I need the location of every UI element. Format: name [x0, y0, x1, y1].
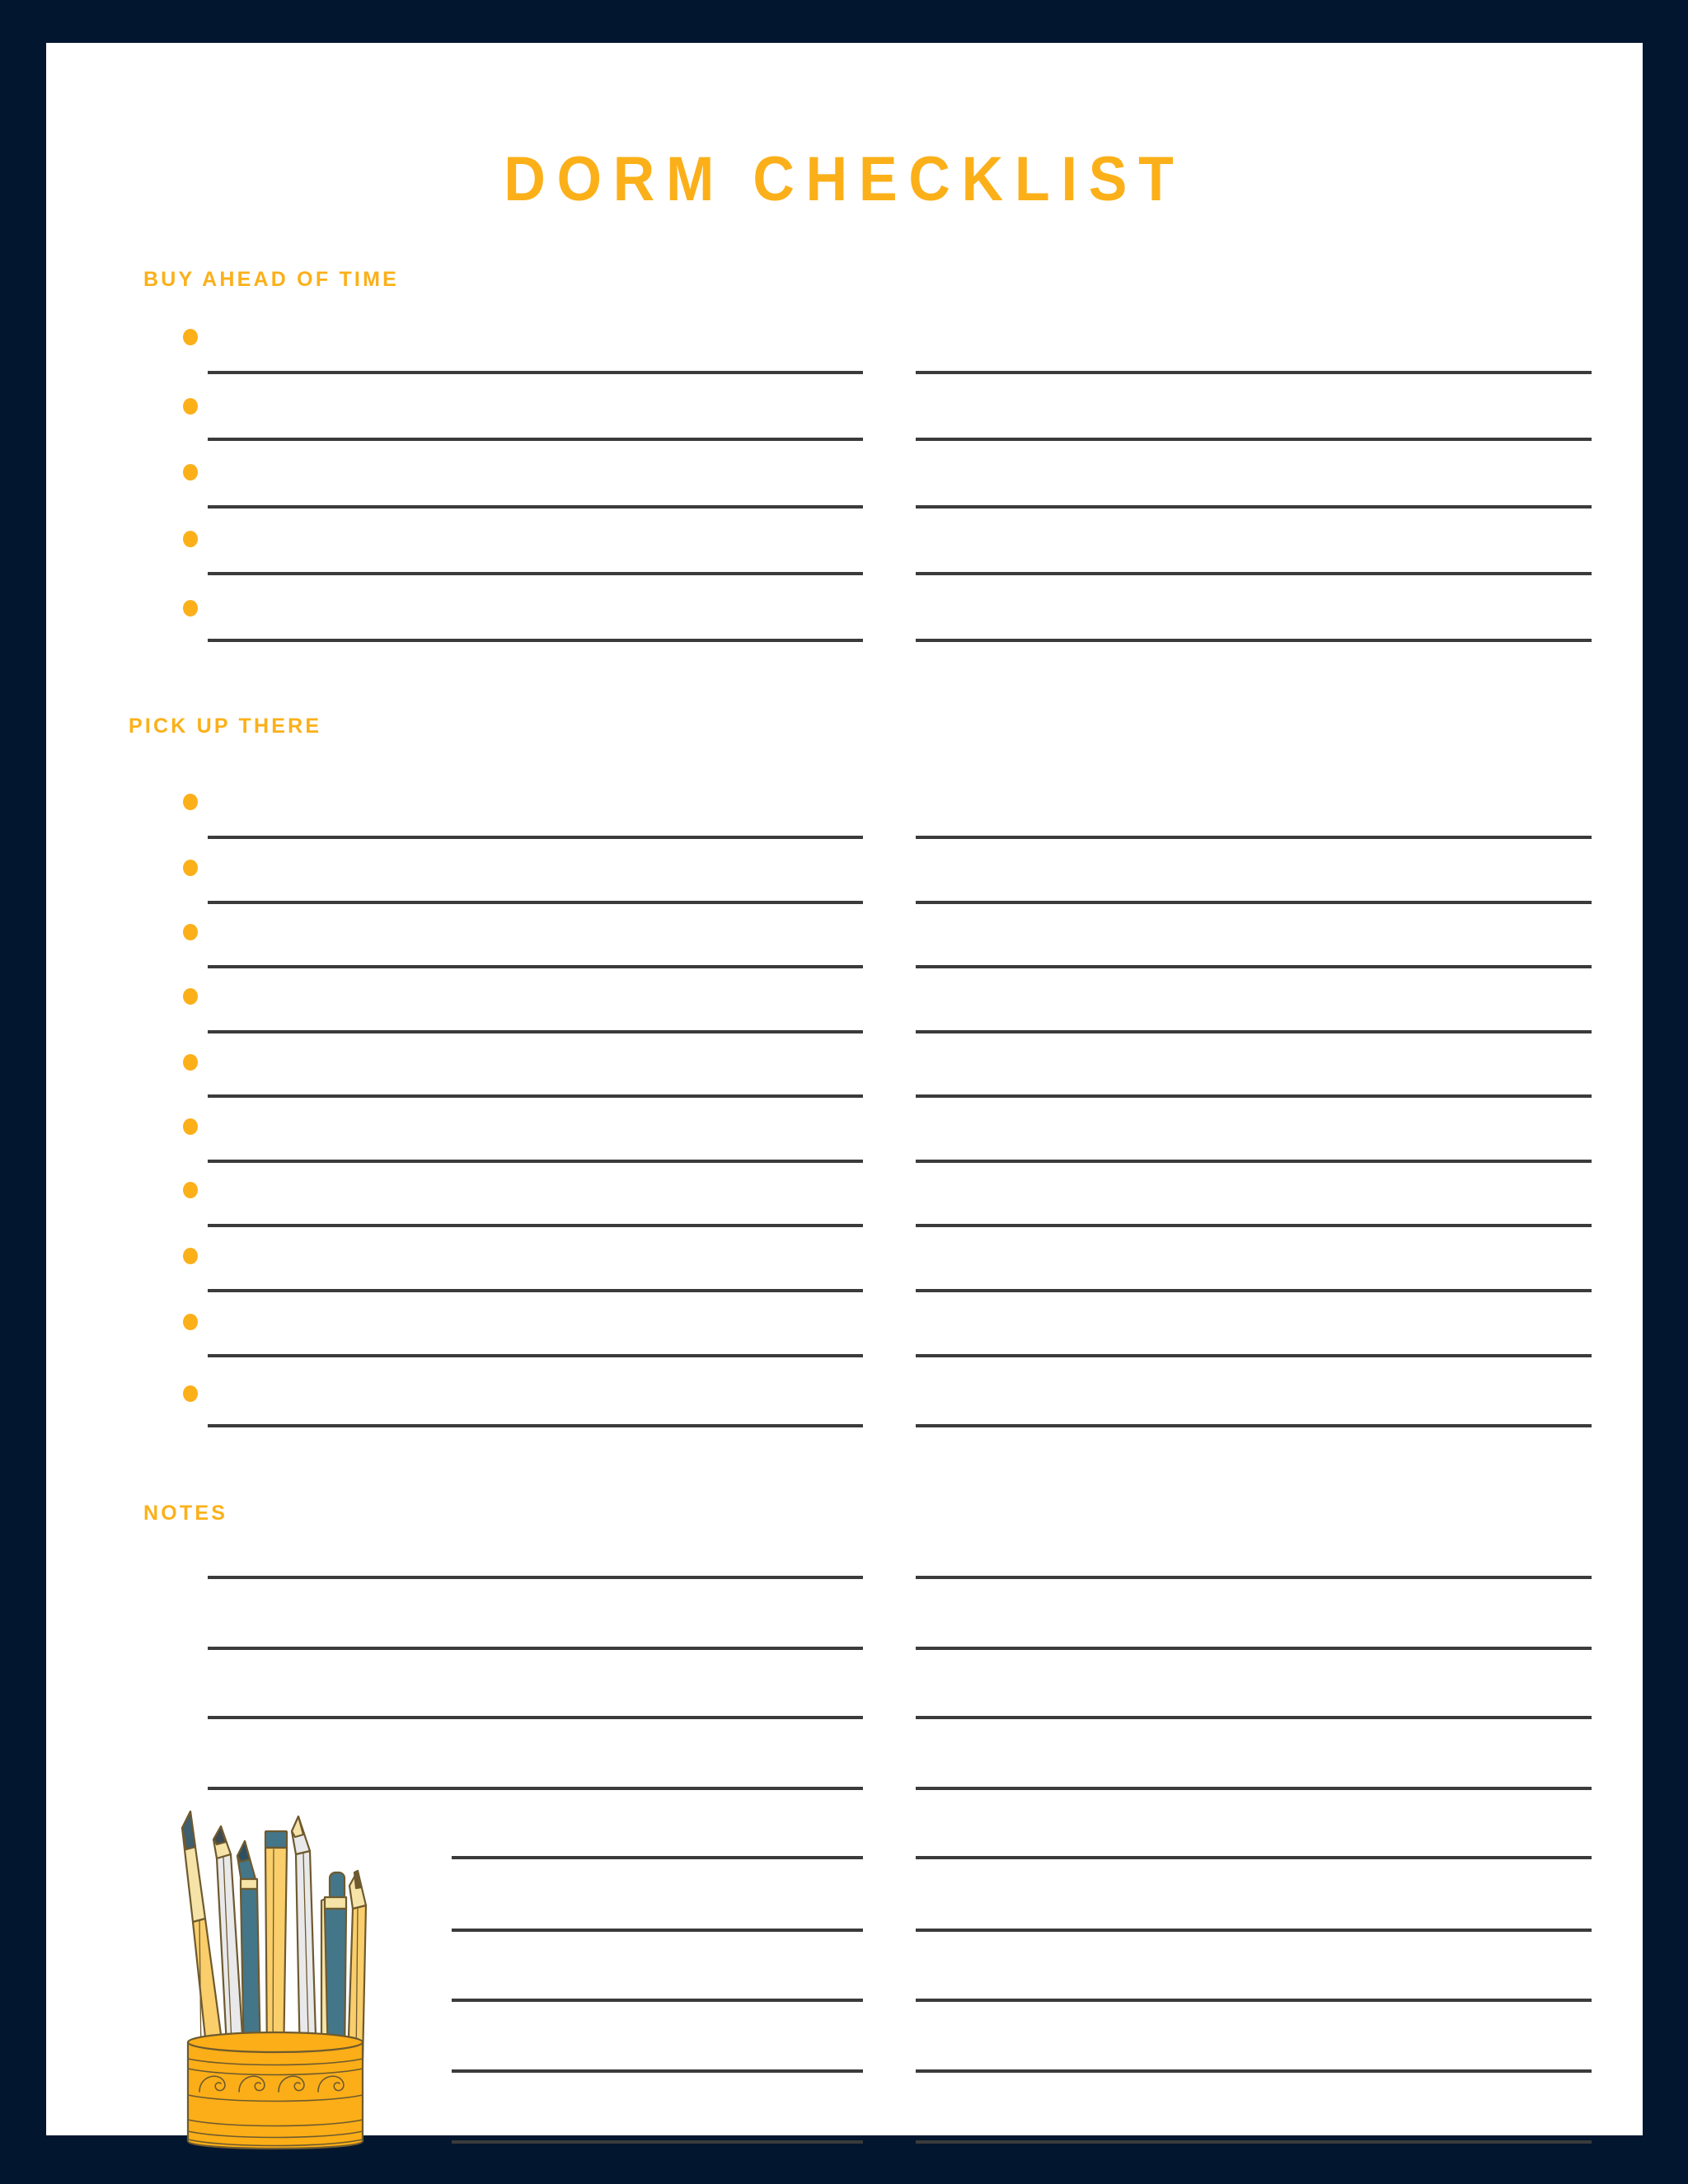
write-on-line[interactable]: [916, 965, 1592, 968]
write-on-line[interactable]: [208, 438, 863, 441]
bullet-point: [183, 531, 198, 547]
section-heading-buy-ahead-of-time: BUY AHEAD OF TIME: [143, 268, 399, 291]
notes-line[interactable]: [916, 2069, 1592, 2073]
bullet-point: [183, 464, 198, 480]
write-on-line[interactable]: [916, 901, 1592, 904]
notes-line[interactable]: [916, 1787, 1592, 1790]
notes-line[interactable]: [916, 2140, 1592, 2144]
write-on-line[interactable]: [208, 1094, 863, 1098]
notes-line[interactable]: [916, 1929, 1592, 1932]
write-on-line[interactable]: [208, 836, 863, 839]
write-on-line[interactable]: [916, 639, 1592, 642]
write-on-line[interactable]: [916, 1224, 1592, 1227]
section-heading-pick-up-there: PICK UP THERE: [129, 715, 322, 738]
write-on-line[interactable]: [916, 1289, 1592, 1292]
bullet-point: [183, 860, 198, 876]
write-on-line[interactable]: [208, 1354, 863, 1357]
bullet-point: [183, 1385, 198, 1402]
notes-line[interactable]: [452, 1929, 863, 1932]
checklist-sheet: DORM CHECKLIST BUY AHEAD OF TIME PICK UP…: [46, 43, 1643, 2150]
notes-line[interactable]: [916, 1856, 1592, 1859]
bullet-point: [183, 794, 198, 810]
bullet-point: [183, 1248, 198, 1264]
notes-line[interactable]: [208, 1787, 863, 1790]
write-on-line[interactable]: [916, 371, 1592, 374]
notes-line[interactable]: [916, 1999, 1592, 2002]
write-on-line[interactable]: [916, 1354, 1592, 1357]
bullet-point: [183, 1118, 198, 1135]
notes-line[interactable]: [452, 1856, 863, 1859]
cup-body: [186, 2031, 364, 2150]
pencil-cup-illustration: [168, 1797, 382, 2159]
notes-line[interactable]: [916, 1647, 1592, 1650]
bullet-point: [183, 1182, 198, 1198]
notes-line[interactable]: [208, 1647, 863, 1650]
write-on-line[interactable]: [208, 1030, 863, 1033]
section-heading-notes: NOTES: [143, 1502, 228, 1525]
bullet-point: [183, 600, 198, 616]
notes-line[interactable]: [208, 1716, 863, 1719]
write-on-line[interactable]: [208, 639, 863, 642]
pencil-white-2-icon: [290, 1815, 318, 2064]
pencil-yellow-flat-icon: [264, 1830, 288, 2064]
bullet-point: [183, 988, 198, 1005]
notes-line[interactable]: [916, 1576, 1592, 1579]
bullet-point: [183, 1054, 198, 1071]
write-on-line[interactable]: [208, 1224, 863, 1227]
bullet-point: [183, 924, 198, 940]
pencil-yellow-right-icon: [346, 1869, 368, 2064]
notes-line[interactable]: [452, 2140, 863, 2144]
write-on-line[interactable]: [208, 505, 863, 509]
write-on-line[interactable]: [916, 572, 1592, 575]
write-on-line[interactable]: [208, 1160, 863, 1163]
bullet-point: [183, 398, 198, 415]
write-on-line[interactable]: [916, 1160, 1592, 1163]
bullet-point: [183, 1314, 198, 1330]
page-title: DORM CHECKLIST: [504, 144, 1185, 214]
notes-line[interactable]: [452, 1999, 863, 2002]
write-on-line[interactable]: [916, 1424, 1592, 1427]
write-on-line[interactable]: [208, 901, 863, 904]
write-on-line[interactable]: [916, 1030, 1592, 1033]
bullet-point: [183, 329, 198, 345]
write-on-line[interactable]: [916, 438, 1592, 441]
write-on-line[interactable]: [208, 572, 863, 575]
write-on-line[interactable]: [916, 1094, 1592, 1098]
page-frame: DORM CHECKLIST BUY AHEAD OF TIME PICK UP…: [0, 0, 1688, 2184]
write-on-line[interactable]: [208, 1424, 863, 1427]
write-on-line[interactable]: [208, 965, 863, 968]
write-on-line[interactable]: [208, 1289, 863, 1292]
notes-line[interactable]: [916, 1716, 1592, 1719]
write-on-line[interactable]: [208, 371, 863, 374]
notes-line[interactable]: [452, 2069, 863, 2073]
write-on-line[interactable]: [916, 836, 1592, 839]
write-on-line[interactable]: [916, 505, 1592, 509]
notes-line[interactable]: [208, 1576, 863, 1579]
